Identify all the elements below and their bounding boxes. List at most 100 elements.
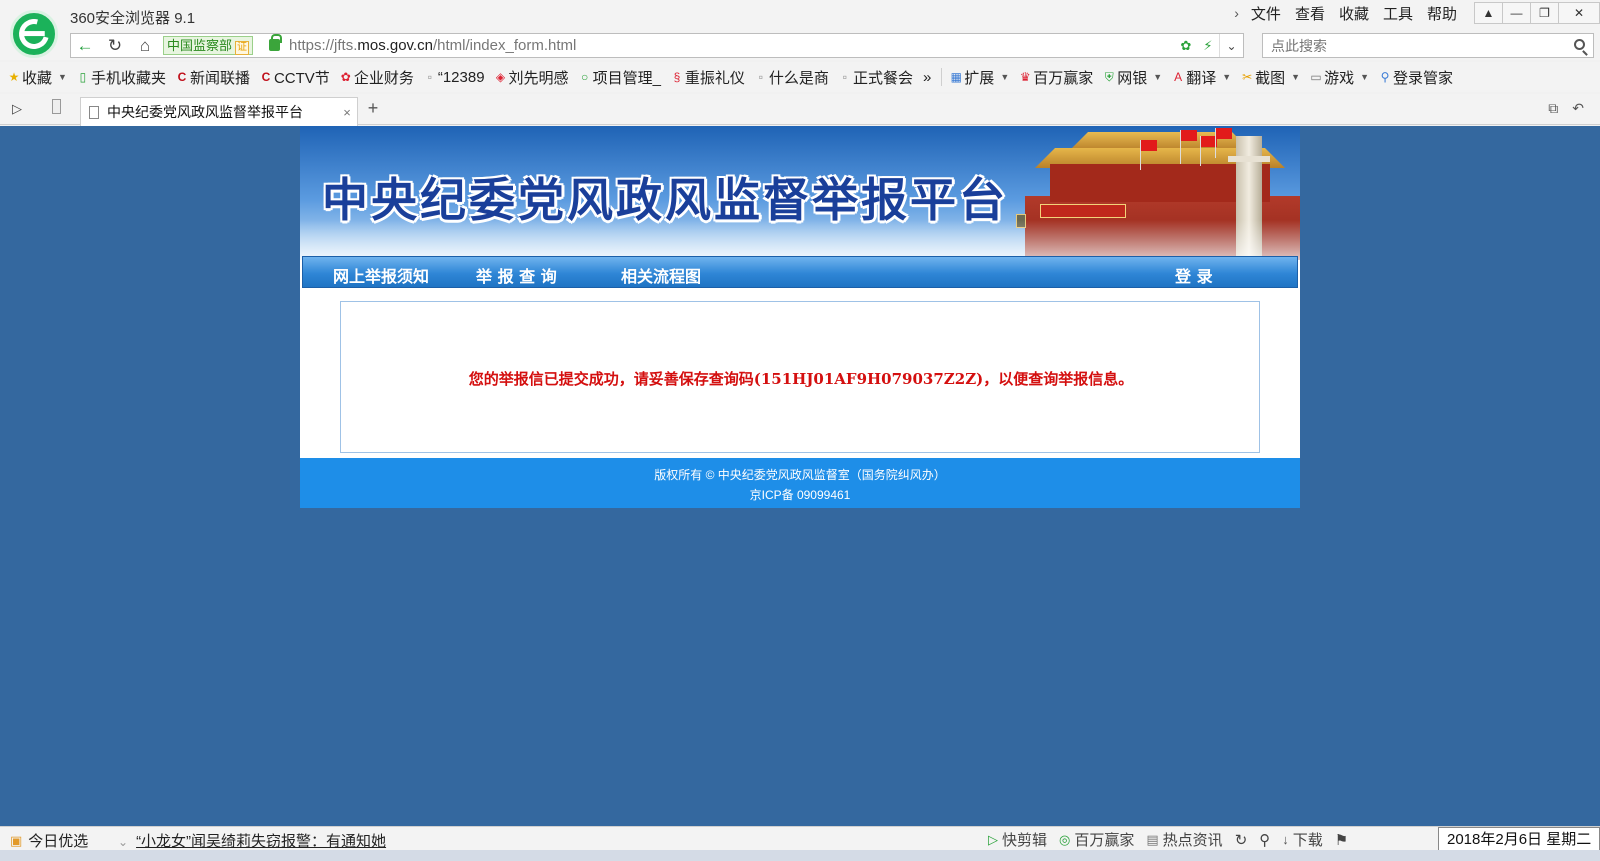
extension-item[interactable]: ⛨ 网银 ▼ xyxy=(1103,67,1162,88)
tab-close-button[interactable]: × xyxy=(337,105,357,120)
nav-query[interactable]: 举 报 查 询 xyxy=(476,263,557,287)
bookmark-item[interactable]: ▫ 什么是商 xyxy=(755,67,829,88)
extension-label: 网银 xyxy=(1117,69,1148,87)
bookmark-label: 项目管理_ xyxy=(592,69,661,87)
lock-icon[interactable] xyxy=(269,34,282,51)
restore-tabs-icon[interactable]: ⧉ xyxy=(1548,100,1558,117)
extension-item[interactable]: ♛ 百万赢家 xyxy=(1019,67,1093,88)
search-input[interactable] xyxy=(1263,34,1553,57)
search-box[interactable] xyxy=(1262,33,1594,58)
bookmark-item[interactable]: ◈ 刘先明感 xyxy=(495,67,569,88)
certificate-label[interactable]: 中国监察部证 xyxy=(163,36,254,55)
extension-item[interactable]: ▦ 扩展 ▼ xyxy=(950,67,1010,88)
translate-icon: A xyxy=(1174,69,1183,84)
url-domain: mos.gov.cn xyxy=(357,37,433,54)
bookmark-label: “12389 xyxy=(437,68,485,86)
message-box: 您的举报信已提交成功，请妥善保存查询码(151HJ01AF9H079037Z2Z… xyxy=(340,301,1260,453)
menu-view[interactable]: 查看 xyxy=(1295,3,1325,24)
chevron-right-icon[interactable]: › xyxy=(1234,5,1239,21)
phone-icon: ▯ xyxy=(79,69,87,84)
badge-icon: ✿ xyxy=(340,69,351,84)
refresh-icon[interactable]: ↻ xyxy=(101,34,129,57)
back-arrow-icon[interactable]: ← xyxy=(71,34,99,57)
address-bar[interactable]: ← ↻ ⌂ 中国监察部证 https://jfts.mos.gov.cn/htm… xyxy=(70,33,1244,58)
footer-copyright: 版权所有 © 中央纪委党风政风监督室（国务院纠风办） xyxy=(654,468,946,482)
status-tools: ▷ 快剪辑 ◎ 百万赢家 ▤ 热点资讯 ↻ ⚲ ↓ 下载 ⚑ xyxy=(988,829,1360,850)
bookmark-label: 新闻联播 xyxy=(189,69,250,87)
flag-icon[interactable]: ⚑ xyxy=(1335,831,1348,849)
undo-close-icon[interactable]: ↶ xyxy=(1572,100,1584,117)
bookmark-label: 什么是商 xyxy=(768,69,829,87)
search-icon[interactable] xyxy=(1574,39,1585,50)
maximize-button[interactable]: ❐ xyxy=(1530,2,1559,24)
divider xyxy=(941,68,943,86)
close-window-button[interactable]: ✕ xyxy=(1558,2,1600,24)
trophy-icon: ♛ xyxy=(1019,69,1031,84)
site-container: 中央纪委党风政风监督举报平台 网上举报须知 举 报 查 询 相关流程图 登 录 … xyxy=(300,126,1300,508)
home-icon[interactable]: ⌂ xyxy=(131,34,159,57)
nav-notice[interactable]: 网上举报须知 xyxy=(333,263,429,287)
bookmark-label: 企业财务 xyxy=(353,69,414,87)
caret-down-icon: ▼ xyxy=(1222,72,1232,82)
status-item-winner[interactable]: ◎ 百万赢家 xyxy=(1059,829,1134,850)
bookmark-item[interactable]: ✿ 企业财务 xyxy=(340,67,414,88)
scissors-icon: ✂ xyxy=(1242,69,1253,84)
today-picks[interactable]: ▣ 今日优选 xyxy=(10,830,88,851)
page-background: 中央纪委党风政风监督举报平台 网上举报须知 举 报 查 询 相关流程图 登 录 … xyxy=(0,126,1600,826)
bookmark-item[interactable]: ▫ 正式餐会 xyxy=(839,67,913,88)
pin-icon[interactable]: ⚲ xyxy=(1259,831,1270,849)
menu-help[interactable]: 帮助 xyxy=(1427,3,1457,24)
status-item-download[interactable]: ↓ 下载 xyxy=(1282,829,1323,850)
site-title: 中央纪委党风政风监督举报平台 xyxy=(322,173,1008,227)
extension-label: 百万赢家 xyxy=(1033,69,1094,87)
url-text[interactable]: https://jfts.mos.gov.cn/html/index_form.… xyxy=(289,37,576,54)
extension-item[interactable]: ▭ 游戏 ▼ xyxy=(1310,67,1369,88)
menu-favorites[interactable]: 收藏 xyxy=(1339,3,1369,24)
browser-title: 360安全浏览器 9.1 xyxy=(70,10,196,27)
news-link[interactable]: “小龙女”闻吴绮莉失窃报警：有通知她 xyxy=(136,833,386,850)
coin-icon: ◎ xyxy=(1059,831,1071,847)
compat-mode-icon[interactable]: ✿ xyxy=(1175,38,1197,54)
status-label: 快剪辑 xyxy=(1002,832,1048,849)
new-tab-button[interactable]: + xyxy=(363,98,383,119)
menu-tools[interactable]: 工具 xyxy=(1383,3,1413,24)
extension-item[interactable]: ⚲ 登录管家 xyxy=(1379,67,1453,88)
extension-item[interactable]: ✂ 截图 ▼ xyxy=(1241,67,1300,88)
bookmark-item[interactable]: ▫ “12389 xyxy=(424,69,485,86)
nav-flowchart[interactable]: 相关流程图 xyxy=(621,263,701,287)
news-ticker[interactable]: ⌄ “小龙女”闻吴绮莉失窃报警：有通知她 xyxy=(118,830,386,851)
status-label: 热点资讯 xyxy=(1162,832,1223,849)
extension-item[interactable]: A 翻译 ▼ xyxy=(1172,67,1231,88)
extension-label: 截图 xyxy=(1255,69,1286,87)
bookmark-item[interactable]: ○ 项目管理_ xyxy=(579,67,661,88)
skin-icon[interactable]: ▲ xyxy=(1474,2,1503,24)
status-item-news[interactable]: ▤ 热点资讯 xyxy=(1146,829,1222,850)
bookmark-item[interactable]: C CCTV节 xyxy=(260,67,330,88)
speed-mode-icon[interactable]: ⚡ xyxy=(1197,38,1219,54)
bookmark-item[interactable]: § 重振礼仪 xyxy=(671,67,745,88)
bookmark-item[interactable]: C 新闻联播 xyxy=(176,67,250,88)
top-menu: › 文件 查看 收藏 工具 帮助 ▲ — ❐ ✕ xyxy=(1234,0,1600,26)
bookmark-favorites[interactable]: ★ 收藏 ▼ xyxy=(8,67,67,88)
chevrons-icon: ⌄ xyxy=(118,835,129,849)
sidebar-toggle-icon[interactable]: ▷ xyxy=(12,101,22,117)
minimize-button[interactable]: — xyxy=(1502,2,1531,24)
tab-list-icon[interactable] xyxy=(52,99,61,114)
address-actions: ✿ ⚡ ⌄ xyxy=(1175,34,1243,57)
title-bar: 360安全浏览器 9.1 › 文件 查看 收藏 工具 帮助 ▲ — ❐ ✕ xyxy=(0,0,1600,32)
today-picks-label: 今日优选 xyxy=(28,833,89,850)
speedup-icon[interactable]: ↻ xyxy=(1235,831,1248,849)
extension-label: 登录管家 xyxy=(1393,69,1454,87)
badge-icon: ◈ xyxy=(495,69,506,84)
tab-active[interactable]: 中央纪委党风政风监督举报平台 × xyxy=(80,97,358,126)
chevron-down-icon[interactable]: ⌄ xyxy=(1219,34,1243,57)
menu-file[interactable]: 文件 xyxy=(1251,3,1281,24)
nav-login[interactable]: 登 录 xyxy=(1175,263,1213,287)
success-message: 您的举报信已提交成功，请妥善保存查询码(151HJ01AF9H079037Z2Z… xyxy=(468,370,1134,388)
cert-org: 中国监察部 xyxy=(167,38,233,53)
bookmarks-more-button[interactable]: » xyxy=(923,69,931,86)
browser-logo-icon[interactable] xyxy=(10,10,58,58)
date-display: 2018年2月6日 星期二 xyxy=(1438,827,1600,852)
bookmark-item[interactable]: ▯ 手机收藏夹 xyxy=(77,67,166,88)
status-item-quickcut[interactable]: ▷ 快剪辑 xyxy=(988,829,1047,850)
